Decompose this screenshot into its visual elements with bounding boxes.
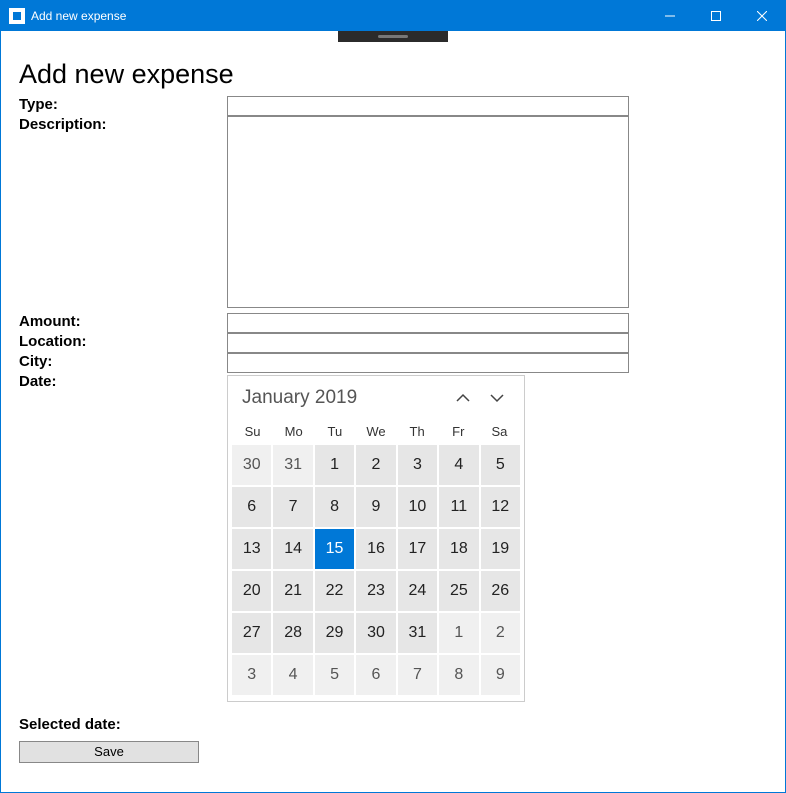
calendar-dow: Tu bbox=[314, 422, 355, 441]
type-input[interactable] bbox=[227, 96, 629, 116]
date-label: Date: bbox=[19, 373, 219, 702]
calendar-dow: Su bbox=[232, 422, 273, 441]
calendar-day[interactable]: 17 bbox=[398, 529, 437, 569]
date-calendar: January 2019 SuMoTuWeThFrSa 303112345678… bbox=[227, 375, 525, 702]
calendar-day[interactable]: 13 bbox=[232, 529, 271, 569]
calendar-dow: Fr bbox=[438, 422, 479, 441]
description-label: Description: bbox=[19, 116, 219, 313]
calendar-day[interactable]: 22 bbox=[315, 571, 354, 611]
calendar-next-button[interactable] bbox=[480, 384, 514, 412]
calendar-day[interactable]: 20 bbox=[232, 571, 271, 611]
calendar-prev-button[interactable] bbox=[446, 384, 480, 412]
calendar-day[interactable]: 1 bbox=[315, 445, 354, 485]
calendar-month-year[interactable]: January 2019 bbox=[242, 387, 446, 409]
calendar-day[interactable]: 30 bbox=[356, 613, 395, 653]
calendar-day[interactable]: 8 bbox=[439, 655, 478, 695]
calendar-day[interactable]: 26 bbox=[481, 571, 520, 611]
app-icon bbox=[9, 8, 25, 24]
maximize-button[interactable] bbox=[693, 1, 739, 31]
window-title: Add new expense bbox=[31, 9, 126, 23]
calendar-day[interactable]: 4 bbox=[273, 655, 312, 695]
calendar-day[interactable]: 6 bbox=[232, 487, 271, 527]
calendar-day[interactable]: 3 bbox=[232, 655, 271, 695]
calendar-day[interactable]: 30 bbox=[232, 445, 271, 485]
calendar-day[interactable]: 6 bbox=[356, 655, 395, 695]
type-label: Type: bbox=[19, 96, 219, 116]
amount-input[interactable] bbox=[227, 313, 629, 333]
calendar-day[interactable]: 27 bbox=[232, 613, 271, 653]
calendar-day[interactable]: 10 bbox=[398, 487, 437, 527]
calendar-day[interactable]: 25 bbox=[439, 571, 478, 611]
calendar-day[interactable]: 31 bbox=[398, 613, 437, 653]
calendar-day[interactable]: 29 bbox=[315, 613, 354, 653]
close-icon bbox=[757, 11, 767, 21]
calendar-dow: Mo bbox=[273, 422, 314, 441]
calendar-day[interactable]: 3 bbox=[398, 445, 437, 485]
save-button[interactable]: Save bbox=[19, 741, 199, 763]
calendar-day[interactable]: 15 bbox=[315, 529, 354, 569]
city-input[interactable] bbox=[227, 353, 629, 373]
calendar-day[interactable]: 16 bbox=[356, 529, 395, 569]
window-titlebar: Add new expense bbox=[1, 1, 785, 31]
calendar-day[interactable]: 19 bbox=[481, 529, 520, 569]
selected-date-label: Selected date: bbox=[19, 716, 767, 733]
city-label: City: bbox=[19, 353, 219, 373]
calendar-day[interactable]: 4 bbox=[439, 445, 478, 485]
calendar-day[interactable]: 14 bbox=[273, 529, 312, 569]
calendar-dow: Th bbox=[397, 422, 438, 441]
chevron-down-icon bbox=[489, 392, 505, 404]
calendar-dow-row: SuMoTuWeThFrSa bbox=[228, 416, 524, 445]
calendar-day[interactable]: 23 bbox=[356, 571, 395, 611]
calendar-day[interactable]: 5 bbox=[315, 655, 354, 695]
calendar-header: January 2019 bbox=[228, 376, 524, 416]
expense-form: Type: Description: Amount: Location: Cit… bbox=[19, 96, 767, 702]
calendar-day[interactable]: 24 bbox=[398, 571, 437, 611]
calendar-day[interactable]: 28 bbox=[273, 613, 312, 653]
calendar-day[interactable]: 12 bbox=[481, 487, 520, 527]
location-input[interactable] bbox=[227, 333, 629, 353]
calendar-day[interactable]: 2 bbox=[481, 613, 520, 653]
calendar-day[interactable]: 8 bbox=[315, 487, 354, 527]
calendar-day[interactable]: 21 bbox=[273, 571, 312, 611]
calendar-day[interactable]: 1 bbox=[439, 613, 478, 653]
description-input[interactable] bbox=[227, 116, 629, 308]
calendar-dow: Sa bbox=[479, 422, 520, 441]
chevron-up-icon bbox=[455, 392, 471, 404]
calendar-day[interactable]: 11 bbox=[439, 487, 478, 527]
content-area: Add new expense Type: Description: Amoun… bbox=[1, 31, 785, 792]
maximize-icon bbox=[711, 11, 721, 21]
location-label: Location: bbox=[19, 333, 219, 353]
calendar-day[interactable]: 9 bbox=[356, 487, 395, 527]
amount-label: Amount: bbox=[19, 313, 219, 333]
calendar-days-grid: 3031123456789101112131415161718192021222… bbox=[228, 445, 524, 701]
calendar-day[interactable]: 2 bbox=[356, 445, 395, 485]
calendar-day[interactable]: 5 bbox=[481, 445, 520, 485]
calendar-day[interactable]: 9 bbox=[481, 655, 520, 695]
calendar-dow: We bbox=[355, 422, 396, 441]
calendar-day[interactable]: 18 bbox=[439, 529, 478, 569]
minimize-icon bbox=[665, 11, 675, 21]
calendar-day[interactable]: 7 bbox=[398, 655, 437, 695]
drag-handle[interactable] bbox=[338, 31, 448, 42]
calendar-day[interactable]: 7 bbox=[273, 487, 312, 527]
minimize-button[interactable] bbox=[647, 1, 693, 31]
page-title: Add new expense bbox=[19, 59, 767, 90]
calendar-day[interactable]: 31 bbox=[273, 445, 312, 485]
close-button[interactable] bbox=[739, 1, 785, 31]
